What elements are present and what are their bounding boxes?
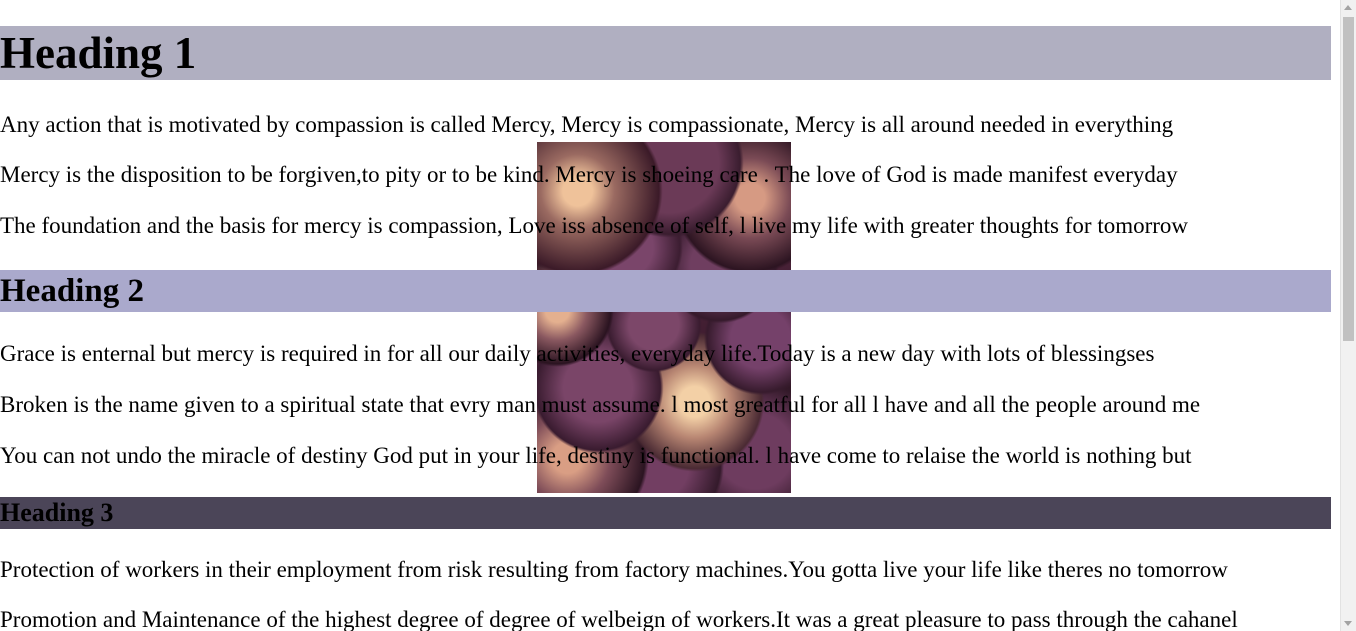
paragraph-1-2: Mercy is the disposition to be forgiven,… xyxy=(0,162,1178,187)
paragraph-2-2: Broken is the name given to a spiritual … xyxy=(0,392,1201,417)
decorative-spheres-image xyxy=(537,142,791,493)
scroll-up-arrow-icon[interactable] xyxy=(1344,5,1352,10)
paragraph-3-1: Protection of workers in their employmen… xyxy=(0,557,1228,582)
scrollbar-thumb[interactable] xyxy=(1343,17,1354,341)
paragraph-3-2: Promotion and Maintenance of the highest… xyxy=(0,607,1238,631)
scroll-down-arrow-icon[interactable] xyxy=(1344,621,1352,626)
heading-1: Heading 1 xyxy=(0,26,1331,80)
paragraph-1-3: The foundation and the basis for mercy i… xyxy=(0,213,1189,238)
paragraph-2-3: You can not undo the miracle of destiny … xyxy=(0,443,1192,468)
paragraph-2-1: Grace is enternal but mercy is required … xyxy=(0,341,1155,366)
heading-3: Heading 3 xyxy=(0,497,1331,529)
vertical-scrollbar[interactable] xyxy=(1340,0,1356,631)
paragraph-1-1: Any action that is motivated by compassi… xyxy=(0,112,1174,137)
heading-2: Heading 2 xyxy=(0,270,1331,312)
page: Heading 1 Any action that is motivated b… xyxy=(0,0,1340,631)
